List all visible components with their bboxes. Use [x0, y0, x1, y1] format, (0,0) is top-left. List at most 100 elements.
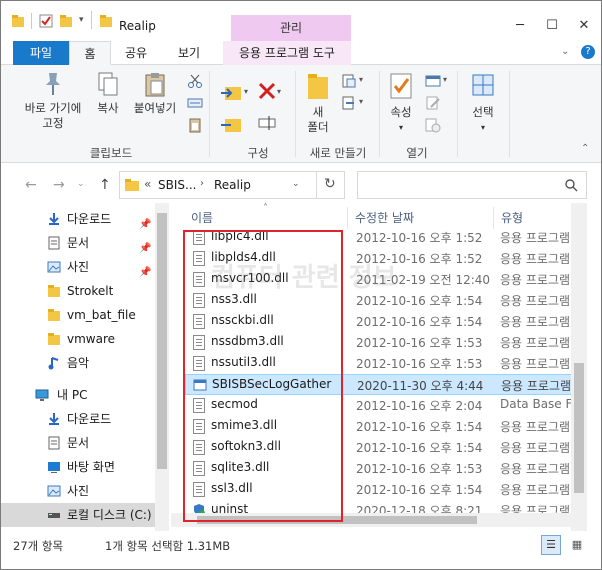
table-row[interactable]: nssckbi.dll 2012-10-16 오후 1:54 응용 프로그램	[185, 311, 577, 332]
breadcrumb-item[interactable]: SBIS...	[158, 178, 196, 192]
breadcrumb-separator-icon[interactable]: ›	[200, 178, 204, 189]
breadcrumb-item[interactable]: Realip	[214, 178, 251, 192]
document-icon	[48, 236, 60, 250]
folder-icon	[12, 15, 24, 27]
file-icon	[193, 335, 205, 350]
group-clipboard: 클립보드	[89, 146, 133, 160]
collapse-ribbon-chevron-icon[interactable]: ⌃	[581, 143, 589, 154]
customize-toolbar-chevron-icon[interactable]: ▾	[79, 15, 84, 25]
nav-item-documents[interactable]: 문서 📌	[1, 231, 161, 255]
help-icon[interactable]: ?	[581, 45, 595, 59]
file-name: sqlite3.dll	[211, 460, 270, 474]
select-button[interactable]: 선택 ▾	[463, 71, 503, 135]
paste-shortcut-icon[interactable]	[187, 117, 203, 133]
table-row[interactable]: sqlite3.dll 2012-10-16 오후 1:53 응용 프로그램	[185, 458, 577, 479]
history-icon[interactable]	[425, 117, 441, 133]
nav-item-pc-pictures[interactable]: 사진	[1, 479, 161, 503]
file-name: secmod	[211, 397, 258, 411]
nav-item-strokeit[interactable]: Strokelt	[1, 279, 161, 303]
file-type: 응용 프로그램	[500, 252, 571, 266]
search-input[interactable]	[357, 171, 587, 199]
nav-item-vm-bat-file[interactable]: vm_bat_file	[1, 303, 161, 327]
chevron-down-icon[interactable]: ▾	[443, 75, 447, 84]
up-arrow-icon[interactable]: ↑	[99, 177, 111, 193]
new-item-icon[interactable]	[341, 73, 357, 89]
open-icon[interactable]	[425, 73, 441, 89]
tab-file[interactable]: 파일	[13, 41, 69, 65]
nav-item-local-disk[interactable]: 로컬 디스크 (C:)	[1, 503, 161, 527]
details-view-icon[interactable]: ☰	[541, 535, 561, 555]
copy-icon	[98, 72, 118, 96]
minimize-icon[interactable]: ─	[511, 17, 529, 35]
rename-icon[interactable]	[257, 113, 277, 133]
easy-access-icon[interactable]	[341, 95, 357, 111]
new-folder-icon[interactable]	[59, 14, 73, 28]
tab-share[interactable]: 공유	[113, 41, 159, 65]
back-arrow-icon[interactable]: ←	[25, 177, 37, 193]
table-row[interactable]: secmod 2012-10-16 오후 2:04 Data Base File	[185, 395, 586, 416]
table-row[interactable]: smime3.dll 2012-10-16 오후 1:54 응용 프로그램	[185, 416, 577, 437]
tab-view[interactable]: 보기	[165, 41, 213, 65]
nav-item-vmware[interactable]: vmware	[1, 327, 161, 351]
table-row[interactable]: SBISBSecLogGather 2020-11-30 오후 4:44 응용 프로…	[185, 374, 577, 395]
copy-to-icon[interactable]	[219, 113, 243, 137]
nav-item-pictures[interactable]: 사진 📌	[1, 255, 161, 279]
tab-app-tools[interactable]: 응용 프로그램 도구	[223, 41, 351, 65]
computer-icon	[35, 389, 49, 401]
column-header-type[interactable]: 유형	[501, 209, 523, 226]
nav-item-pc-downloads[interactable]: 다운로드	[1, 407, 161, 431]
file-date: 2012-10-16 오후 1:54	[356, 483, 483, 497]
file-date: 2012-10-16 오후 2:04	[356, 399, 483, 413]
chevron-down-icon[interactable]: ▾	[359, 97, 363, 106]
edit-icon[interactable]	[425, 95, 441, 111]
copy-button[interactable]: 복사	[91, 71, 125, 116]
pin-quick-access-button[interactable]: 바로 가기에 고정	[15, 71, 91, 131]
table-row[interactable]: libplc4.dll 2012-10-16 오후 1:52 응용 프로그램	[185, 227, 577, 248]
paste-button[interactable]: 붙여넣기	[129, 71, 181, 116]
table-row[interactable]: nssutil3.dll 2012-10-16 오후 1:53 응용 프로그램	[185, 353, 577, 374]
maximize-icon[interactable]: ☐	[543, 17, 561, 35]
nav-item-desktop[interactable]: 바탕 화면	[1, 455, 161, 479]
address-dropdown-chevron-icon[interactable]: ⌄	[292, 179, 300, 189]
file-icon	[193, 440, 205, 455]
nav-item-music[interactable]: 음악	[1, 351, 161, 375]
new-folder-button[interactable]: 새 폴더	[301, 71, 335, 135]
table-row[interactable]: softokn3.dll 2012-10-16 오후 1:54 응용 프로그램	[185, 437, 577, 458]
ribbon-separator	[209, 71, 210, 157]
chevron-down-icon[interactable]: ▾	[244, 87, 248, 96]
table-row[interactable]: nssdbm3.dll 2012-10-16 오후 1:53 응용 프로그램	[185, 332, 577, 353]
properties-button[interactable]: 속성 ▾	[385, 71, 417, 135]
tab-home[interactable]: 홈	[69, 41, 111, 65]
refresh-icon[interactable]: ↻	[324, 176, 336, 192]
nav-item-this-pc[interactable]: 내 PC	[1, 383, 161, 407]
chevron-down-icon[interactable]: ▾	[277, 87, 281, 96]
expand-ribbon-chevron-icon[interactable]: ⌄	[561, 46, 569, 57]
file-name: softokn3.dll	[211, 439, 281, 453]
forward-arrow-icon[interactable]: →	[53, 177, 65, 193]
folder-icon	[48, 285, 60, 297]
column-divider[interactable]	[347, 207, 348, 229]
chevron-down-icon[interactable]: ▾	[359, 75, 363, 84]
column-divider[interactable]	[493, 207, 494, 229]
cut-icon[interactable]	[187, 73, 203, 89]
properties-label: 속성	[390, 105, 412, 119]
properties-icon[interactable]	[39, 14, 53, 28]
nav-item-downloads[interactable]: 다운로드 📌	[1, 207, 161, 231]
file-list-hscrollbar-thumb[interactable]	[197, 516, 477, 524]
nav-item-pc-documents[interactable]: 문서	[1, 431, 161, 455]
move-to-icon[interactable]	[219, 81, 243, 105]
delete-icon[interactable]	[257, 81, 277, 101]
table-row[interactable]: ssl3.dll 2012-10-16 오후 1:54 응용 프로그램	[185, 479, 577, 500]
nav-scrollbar-thumb[interactable]	[157, 213, 167, 469]
address-bar[interactable]: « SBIS... › Realip ⌄ ↻	[119, 171, 345, 199]
copy-path-icon[interactable]	[187, 95, 203, 111]
column-header-name[interactable]: 이름	[191, 209, 213, 226]
file-list-scrollbar-thumb[interactable]	[574, 363, 584, 493]
breadcrumb-overflow[interactable]: «	[144, 177, 151, 191]
large-icons-view-icon[interactable]: ▦	[567, 535, 587, 555]
search-icon[interactable]	[564, 178, 578, 192]
close-icon[interactable]: ✕	[575, 17, 593, 35]
column-header-date[interactable]: 수정한 날짜	[355, 209, 414, 226]
new-folder-label-1: 새	[312, 105, 324, 119]
recent-chevron-icon[interactable]: ⌄	[77, 179, 85, 189]
